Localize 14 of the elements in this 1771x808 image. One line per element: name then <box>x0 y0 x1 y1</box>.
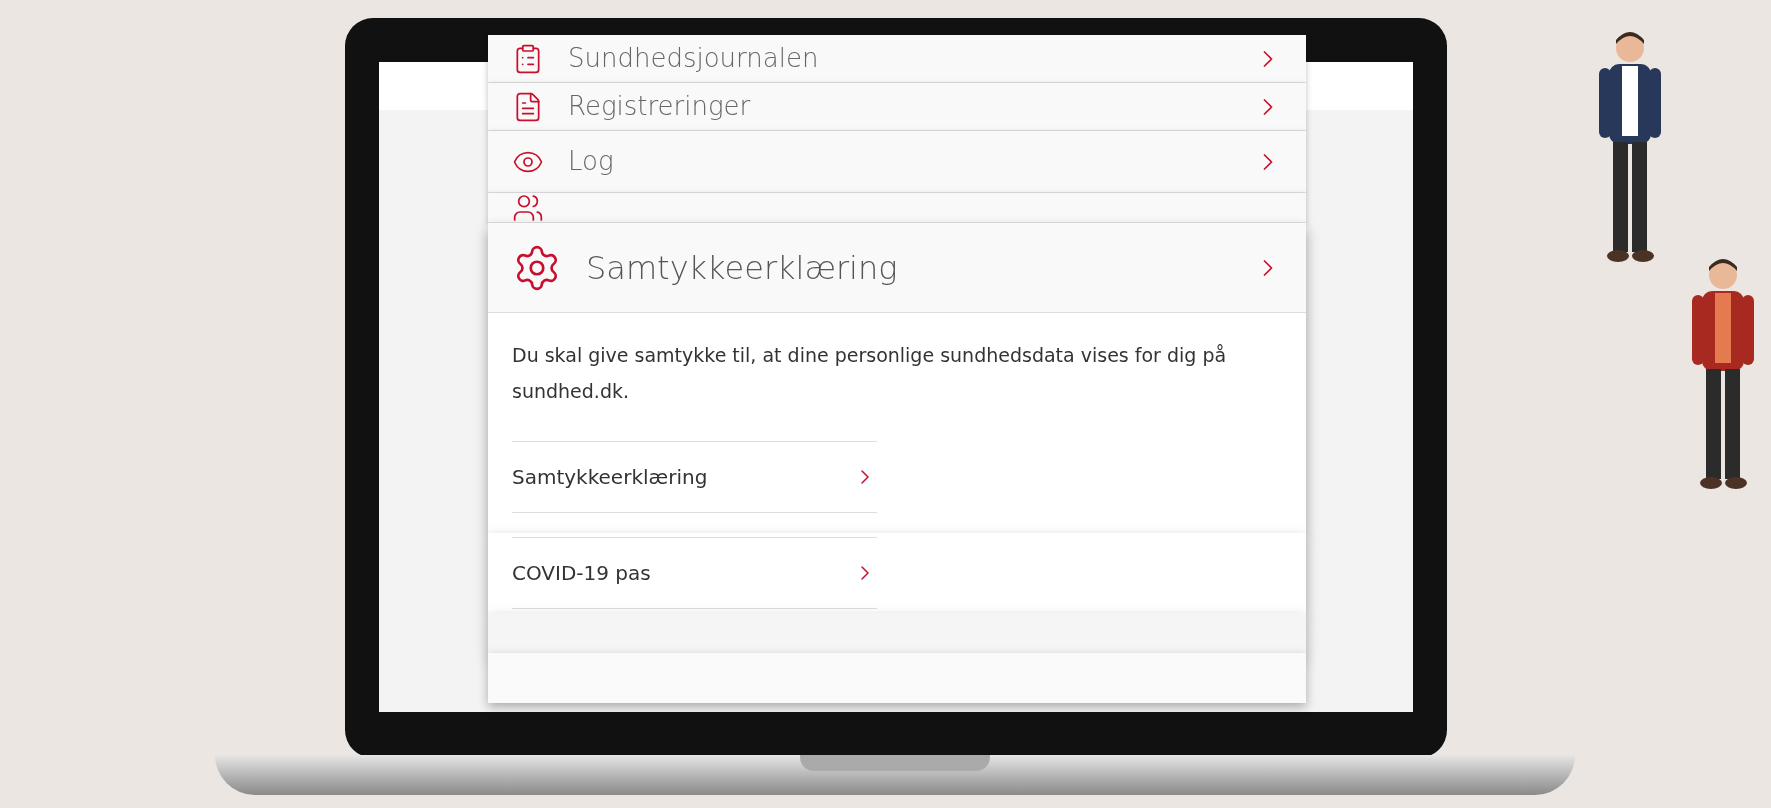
menu-title: Sundhedsjournalen <box>568 42 820 75</box>
menu-card[interactable] <box>488 193 1306 223</box>
menu-card[interactable]: Sundhedsjournalen <box>488 35 1306 83</box>
menu-card[interactable]: Registreringer <box>488 83 1306 131</box>
link-label: Samtykkeerklæring <box>512 464 708 491</box>
card-header[interactable]: Samtykkeerklæring <box>488 223 1306 313</box>
menu-title: Log <box>568 145 615 178</box>
link-row[interactable]: COVID-19 pas <box>512 537 877 609</box>
card-title: Samtykkeerklæring <box>586 247 899 289</box>
link-label: COVID-19 pas <box>512 560 651 587</box>
menu-card[interactable]: Log <box>488 131 1306 193</box>
menu-title: Registreringer <box>568 90 752 123</box>
card-description: Du skal give samtykke til, at dine personlige sundhedsdata vises for dig på sundhed.dk. <box>512 343 1228 404</box>
link-row[interactable]: Samtykkeerklæring <box>512 441 877 513</box>
